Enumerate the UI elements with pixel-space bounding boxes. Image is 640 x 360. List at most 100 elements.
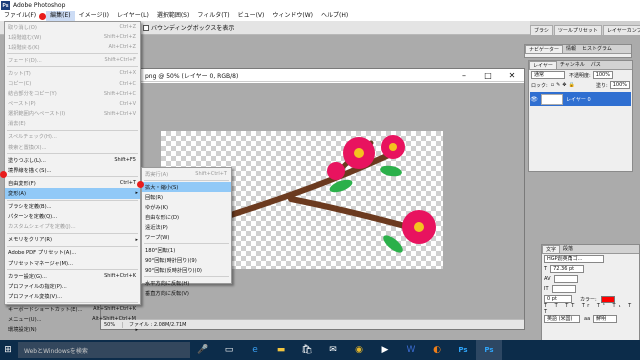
- edit_menu-item-shortcut: Shift+Ctrl+C: [103, 90, 136, 97]
- menu-image[interactable]: イメージ(I): [75, 11, 113, 21]
- fill-field[interactable]: 100%: [609, 81, 630, 89]
- close-icon[interactable]: ✕: [500, 69, 524, 82]
- font-family-select[interactable]: HGP創英角ゴ...: [544, 255, 604, 263]
- kerning-field[interactable]: [553, 275, 578, 283]
- menu-layer[interactable]: レイヤー(L): [113, 11, 153, 21]
- minimize-icon[interactable]: –: [452, 69, 476, 82]
- file-explorer-icon[interactable]: ▬: [268, 340, 294, 360]
- vertical-scale-field[interactable]: [551, 285, 576, 293]
- store-icon[interactable]: 🛍: [294, 340, 320, 360]
- edit_menu-item[interactable]: 取り消し(O) Ctrl+Z: [5, 22, 140, 32]
- media-player-icon[interactable]: ▶: [372, 340, 398, 360]
- transform_submenu-item[interactable]: 回転(R): [142, 192, 231, 202]
- edit_menu-item[interactable]: 自由変形(F) Ctrl+T: [5, 178, 140, 188]
- transform_submenu-item[interactable]: 90°回転(反時計回り)(0): [142, 265, 231, 275]
- edit_menu-item[interactable]: ブラシを定義(B)...: [5, 202, 140, 212]
- transform_submenu-item[interactable]: ワープ(W): [142, 232, 231, 242]
- tab-navigator[interactable]: ナビゲーター: [525, 45, 564, 53]
- tab-tool-presets[interactable]: ツールプリセット: [553, 25, 602, 35]
- edit_menu-item[interactable]: 選択範囲内へペースト(I) Shift+Ctrl+V: [5, 109, 140, 119]
- tab-paragraph[interactable]: 段落: [560, 245, 576, 253]
- mail-icon[interactable]: ✉: [320, 340, 346, 360]
- transform_submenu-item[interactable]: 拡大・縮小(S): [142, 182, 231, 192]
- antialias-select[interactable]: 鮮明: [593, 315, 618, 323]
- submenu-arrow-icon: ▸: [135, 190, 138, 197]
- transform_submenu-item[interactable]: ゆがみ(K): [142, 202, 231, 212]
- edit_menu-item[interactable]: Adobe PDF プリセット(A)...: [5, 248, 140, 258]
- bounding-box-checkbox[interactable]: [143, 24, 149, 31]
- edit_menu-item[interactable]: プロファイルの指定(P)...: [5, 281, 140, 291]
- transform_submenu-item[interactable]: 自由な形に(D): [142, 212, 231, 222]
- edit_menu-item[interactable]: カラー設定(G)... Shift+Ctrl+K: [5, 271, 140, 281]
- transform_submenu-item[interactable]: 再実行(A) Shift+Ctrl+T: [142, 169, 231, 179]
- transform_submenu-item[interactable]: 90°回転(時計回り)(9): [142, 255, 231, 265]
- edit_menu-item[interactable]: 検索と置換(X)...: [5, 142, 140, 152]
- edge-icon[interactable]: e: [242, 340, 268, 360]
- task-view-icon[interactable]: ▭: [216, 340, 242, 360]
- edit_menu-item[interactable]: 結合部分をコピー(Y) Shift+Ctrl+C: [5, 89, 140, 99]
- menu-edit[interactable]: 編集(E): [46, 11, 75, 21]
- photoshop-taskbar-icon-active[interactable]: Ps: [476, 340, 502, 360]
- transform_submenu-item[interactable]: 垂直方向に反転(V): [142, 288, 231, 298]
- menu-view[interactable]: ビュー(V): [234, 11, 269, 21]
- lock-icons[interactable]: ▫✎✥🔒: [551, 82, 577, 88]
- edit_menu-item[interactable]: プロファイル変換(V)...: [5, 291, 140, 301]
- edit_menu-item[interactable]: コピー(C) Ctrl+C: [5, 78, 140, 88]
- red-dot-marker-icon: [137, 181, 144, 188]
- chrome-icon[interactable]: ◉: [346, 340, 372, 360]
- text-style-buttons[interactable]: T T TT Tr T¹ T₁ T T: [544, 303, 637, 315]
- edit_menu-item[interactable]: カスタムシェイプを定義(J)...: [5, 222, 140, 232]
- edit_menu-item[interactable]: フェード(D)... Shift+Ctrl+F: [5, 55, 140, 65]
- maximize-icon[interactable]: □: [476, 69, 500, 82]
- eye-icon[interactable]: 👁: [530, 96, 538, 103]
- edit_menu-item[interactable]: ペースト(P) Ctrl+V: [5, 99, 140, 109]
- edit_menu-item[interactable]: キーボードショートカット(E)... Alt+Shift+Ctrl+K: [5, 304, 140, 314]
- tab-character[interactable]: 文字: [542, 245, 561, 253]
- spacing-row-1: AV: [542, 274, 639, 284]
- edit_menu-item[interactable]: スペルチェック(H)...: [5, 132, 140, 142]
- tab-layers[interactable]: レイヤー: [529, 61, 557, 69]
- firefox-icon[interactable]: ◐: [424, 340, 450, 360]
- edit_menu-item[interactable]: メニュー(U)... Alt+Shift+Ctrl+M: [5, 314, 140, 324]
- tab-histogram[interactable]: ヒストグラム: [579, 45, 615, 53]
- edit_menu-item[interactable]: パターンを定義(Q)...: [5, 212, 140, 222]
- opacity-field[interactable]: 100%: [592, 71, 613, 79]
- font-size-field[interactable]: 72.36 pt: [550, 265, 585, 273]
- edit_menu-item[interactable]: 1段階戻る(K) Alt+Ctrl+Z: [5, 42, 140, 52]
- tab-channels[interactable]: チャンネル: [557, 61, 588, 69]
- edit_menu-item-shortcut: Shift+Ctrl+V: [103, 110, 136, 117]
- language-select[interactable]: 英語 (米国): [544, 315, 580, 323]
- transform_submenu-item[interactable]: 180°回転(1): [142, 245, 231, 255]
- edit_menu-item[interactable]: メモリをクリア(R) ▸: [5, 235, 140, 245]
- menu-select[interactable]: 選択範囲(S): [153, 11, 194, 21]
- word-icon[interactable]: W: [398, 340, 424, 360]
- edit_menu-item[interactable]: 1段階進む(W) Shift+Ctrl+Z: [5, 32, 140, 42]
- menu-file[interactable]: ファイル(F): [0, 11, 40, 21]
- photoshop-taskbar-icon[interactable]: Ps: [450, 340, 476, 360]
- edit_menu-item[interactable]: 変形(A) ▸: [5, 188, 140, 199]
- edit_menu-item[interactable]: 消去(E): [5, 119, 140, 129]
- transform_submenu-item-label: 180°回転(1): [145, 247, 176, 254]
- windows-start-icon[interactable]: ⊞: [0, 340, 16, 360]
- taskbar-search-box[interactable]: WebとWindowsを検索: [18, 342, 190, 358]
- edit_menu-item[interactable]: 境界線を描く(S)...: [5, 165, 140, 175]
- menu-window[interactable]: ウィンドウ(W): [268, 11, 317, 21]
- microphone-icon[interactable]: 🎤: [190, 340, 216, 360]
- menu-filter[interactable]: フィルタ(T): [193, 11, 233, 21]
- tab-paths[interactable]: パス: [588, 61, 604, 69]
- edit_menu-item[interactable]: 環境設定(N) ▸: [5, 325, 140, 335]
- tab-brushes[interactable]: ブラシ: [530, 25, 553, 35]
- edit_menu-item[interactable]: カット(T) Ctrl+X: [5, 68, 140, 78]
- tab-layer-comps[interactable]: レイヤーカンプ: [602, 25, 640, 35]
- transform_submenu-item[interactable]: 遠近法(P): [142, 222, 231, 232]
- edit_menu-item[interactable]: プリセットマネージャ(M)...: [5, 258, 140, 268]
- menu-help[interactable]: ヘルプ(H): [317, 11, 352, 21]
- text-color-swatch[interactable]: [600, 295, 615, 303]
- layer-row[interactable]: 👁 レイヤー 0: [530, 92, 631, 106]
- transform_submenu-item-label: 水平方向に反転(H): [145, 280, 190, 287]
- edit_menu-item[interactable]: 塗りつぶし(L)... Shift+F5: [5, 155, 140, 165]
- tab-info[interactable]: 情報: [563, 45, 579, 53]
- blend-mode-select[interactable]: 通常: [531, 71, 565, 79]
- baseline-field[interactable]: 0 pt: [544, 295, 572, 303]
- transform_submenu-item[interactable]: 水平方向に反転(H): [142, 278, 231, 288]
